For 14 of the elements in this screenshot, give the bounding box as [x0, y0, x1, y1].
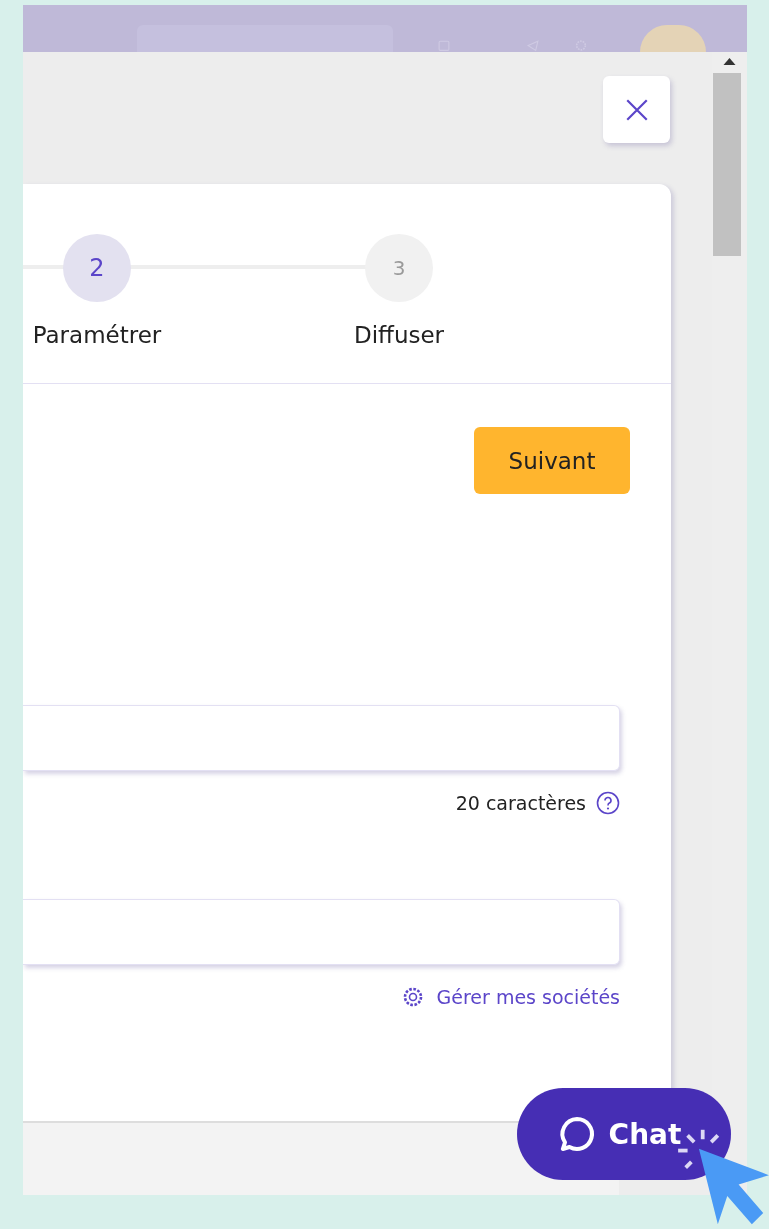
input-field[interactable]: [23, 899, 620, 965]
step-label: Paramétrer: [32, 322, 162, 348]
close-button[interactable]: [603, 76, 670, 143]
character-count: 20 caractères: [455, 792, 586, 814]
search-field[interactable]: [137, 25, 393, 52]
scroll-up-icon[interactable]: [723, 57, 736, 65]
input-field[interactable]: [23, 705, 620, 771]
scrollbar-thumb[interactable]: [713, 73, 741, 256]
next-button[interactable]: Suivant: [474, 427, 630, 494]
avatar[interactable]: [640, 25, 706, 52]
help-icon[interactable]: [596, 791, 620, 815]
manage-companies-link[interactable]: Gérer mes sociétés: [400, 985, 620, 1009]
step-circle[interactable]: 2: [63, 234, 131, 302]
step-label: Diffuser: [353, 322, 445, 348]
